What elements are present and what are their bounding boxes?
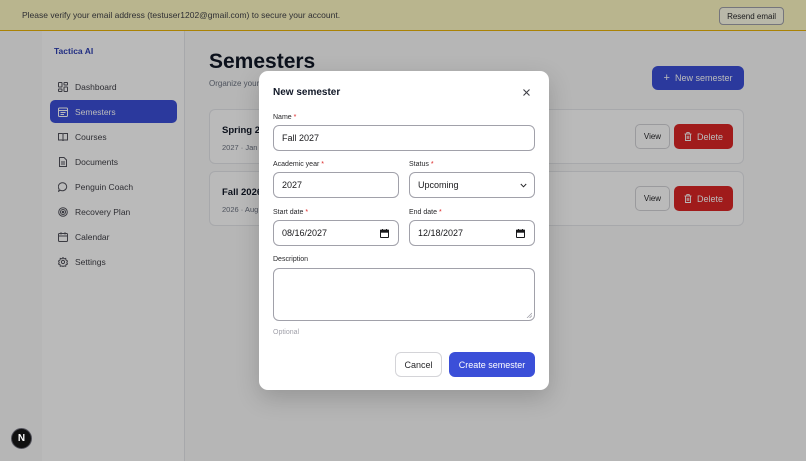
calendar-icon[interactable] xyxy=(380,229,389,238)
dialog-title: New semester xyxy=(273,87,341,98)
academic-year-label: Academic year * xyxy=(273,161,324,168)
academic-year-input[interactable]: 2027 xyxy=(273,172,399,198)
description-textarea[interactable] xyxy=(273,268,535,321)
cancel-button[interactable]: Cancel xyxy=(395,352,442,377)
description-hint: Optional xyxy=(273,329,300,336)
chevron-down-icon xyxy=(520,183,527,188)
resize-grip-icon[interactable] xyxy=(526,312,532,318)
status-label: Status * xyxy=(409,161,434,168)
start-date-label: Start date * xyxy=(273,209,309,216)
start-date-input[interactable]: 08/16/2027 xyxy=(273,220,399,246)
dev-tools-badge[interactable]: N xyxy=(11,428,32,449)
name-label: Name * xyxy=(273,114,297,121)
calendar-icon[interactable] xyxy=(516,229,525,238)
status-select[interactable]: Upcoming xyxy=(409,172,535,198)
description-label: Description xyxy=(273,256,309,263)
end-date-input[interactable]: 12/18/2027 xyxy=(409,220,535,246)
end-date-label: End date * xyxy=(409,209,442,216)
name-input[interactable]: Fall 2027 xyxy=(273,125,535,151)
close-icon[interactable] xyxy=(521,87,532,98)
create-semester-button[interactable]: Create semester xyxy=(449,352,535,377)
new-semester-dialog: New semester Name * Fall 2027 Academic y… xyxy=(259,71,549,390)
